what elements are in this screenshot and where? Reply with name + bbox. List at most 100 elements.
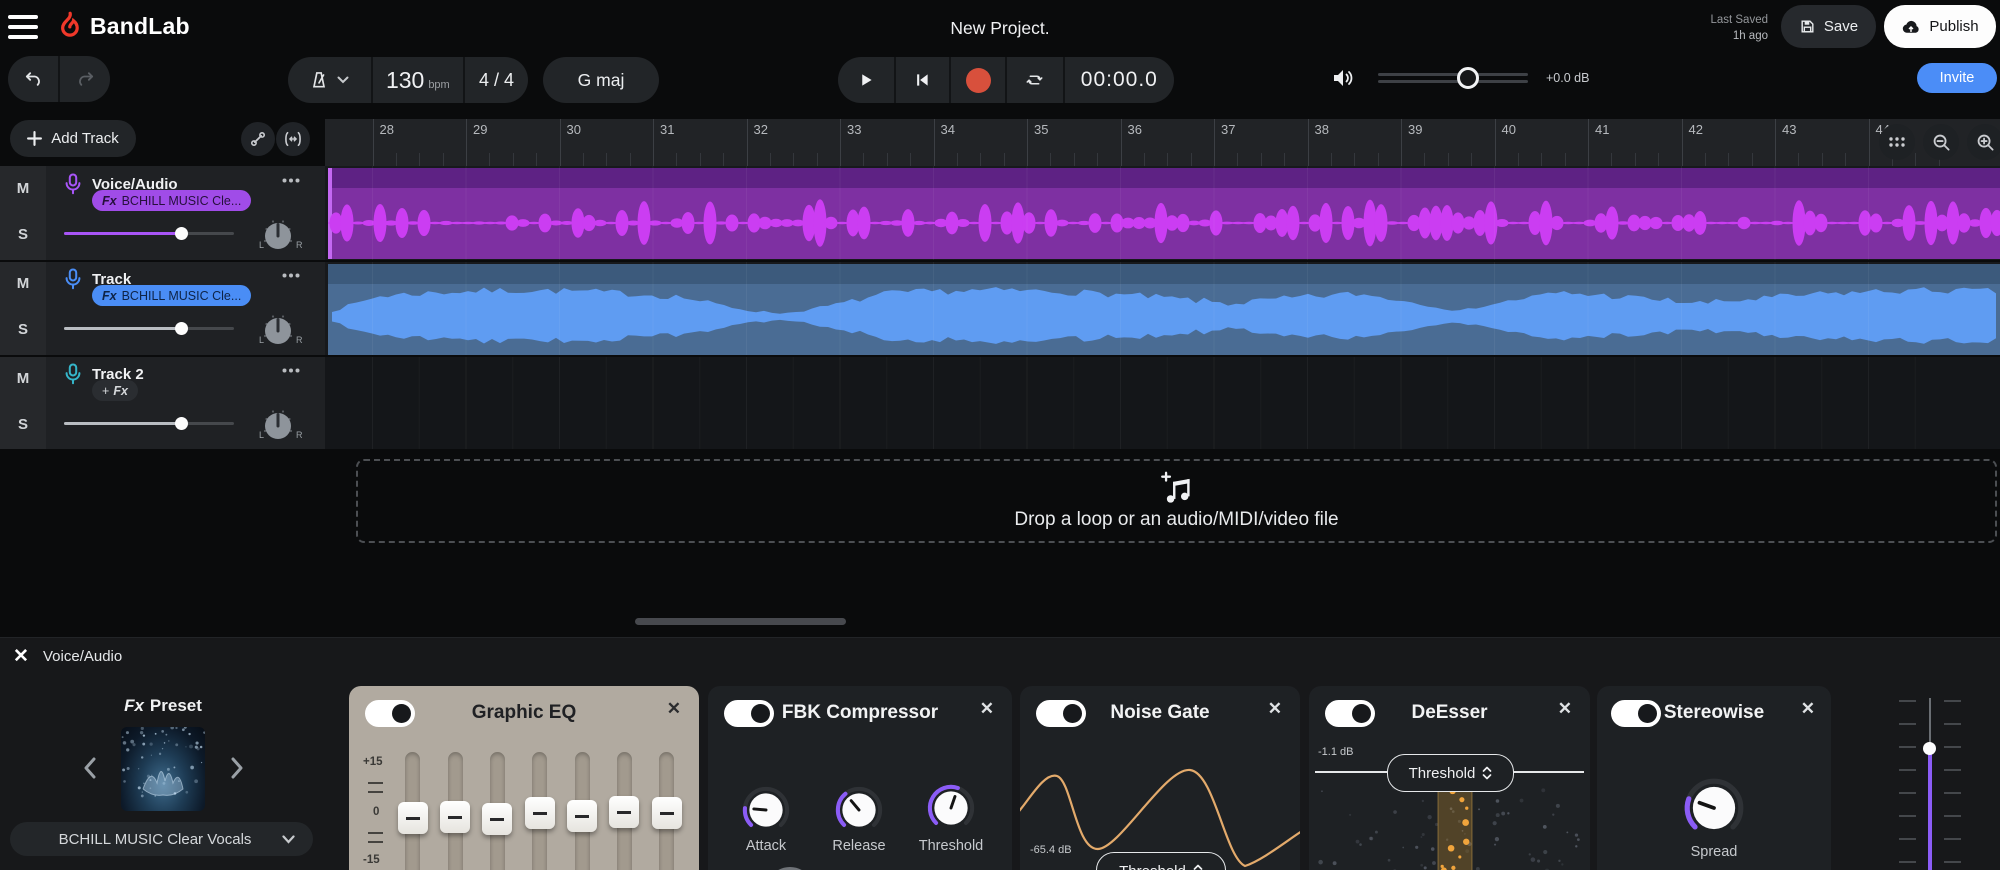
preset-artwork[interactable]	[121, 727, 205, 811]
mic-icon-track-1	[62, 172, 84, 198]
zoom-out-button[interactable]	[1923, 124, 1959, 160]
release-knob[interactable]	[833, 784, 885, 836]
effect-panel-deesser: DeEsser ✕ -1.1 dB Threshold	[1309, 686, 1590, 870]
undo-button[interactable]	[8, 56, 58, 102]
drop-zone[interactable]: Drop a loop or an audio/MIDI/video file	[356, 459, 1997, 543]
row-divider	[0, 449, 2000, 451]
ruler-barline	[1869, 119, 1870, 166]
ruler-tick	[1658, 153, 1659, 166]
metronome-button[interactable]	[288, 57, 371, 103]
attack-knob[interactable]	[740, 784, 792, 836]
channel-fader[interactable]	[1890, 695, 1970, 870]
bandlab-studio-window: BandLab New Project. Last Saved 1h ago S…	[0, 0, 2000, 870]
track-menu-button-1[interactable]	[276, 168, 306, 192]
patch-cable-icon	[249, 130, 267, 148]
track-menu-button-2[interactable]	[276, 263, 306, 287]
chevron-left-icon	[83, 757, 96, 779]
fx-chip-track-2[interactable]: FxBCHILL MUSIC Cle...	[92, 285, 251, 306]
close-effect-button[interactable]: ✕	[1558, 699, 1572, 719]
horizontal-scrollbar[interactable]	[635, 618, 846, 625]
play-button[interactable]	[838, 57, 894, 103]
deesser-threshold-button[interactable]: Threshold	[1387, 754, 1514, 792]
key-signature-control[interactable]: G maj	[543, 57, 659, 103]
ruler-tick	[863, 153, 864, 166]
save-button[interactable]: Save	[1781, 5, 1876, 48]
master-db-value: +0.0 dB	[1546, 71, 1589, 85]
ruler-tick	[676, 153, 677, 166]
ruler-bar-label: 38	[1315, 122, 1329, 137]
redo-button[interactable]	[58, 56, 110, 102]
eq-band-handle[interactable]	[482, 803, 512, 835]
lane-track-2[interactable]	[325, 356, 2000, 450]
mute-button-track-2[interactable]: M	[0, 275, 46, 292]
bpm-control[interactable]: 130 bpm	[371, 57, 463, 103]
solo-button-track-3[interactable]: S	[0, 416, 46, 433]
add-fx-chip-track-3[interactable]: +Fx	[92, 380, 138, 401]
fx-preset-heading: FxPreset	[60, 696, 266, 716]
ruler-barline	[560, 119, 561, 166]
ruler-tick	[1471, 153, 1472, 166]
mute-button-track-1[interactable]: M	[0, 180, 46, 197]
ruler-tick	[1705, 153, 1706, 166]
master-volume-slider[interactable]	[1378, 66, 1528, 90]
ruler-tick	[770, 153, 771, 166]
gate-threshold-button[interactable]: Threshold	[1096, 852, 1226, 870]
publish-button[interactable]: Publish	[1884, 5, 1996, 48]
add-track-button[interactable]: Add Track	[10, 120, 136, 157]
ruler-tick	[513, 153, 514, 166]
eq-band-handle[interactable]	[652, 797, 682, 829]
ruler-tick	[1541, 153, 1542, 166]
eq-band-handle[interactable]	[609, 796, 639, 828]
preset-prev-button[interactable]	[76, 755, 102, 781]
region-header[interactable]	[328, 264, 2000, 284]
fader-tick	[1944, 861, 1961, 863]
automation-button[interactable]	[241, 122, 275, 156]
eq-band-handle[interactable]	[398, 802, 428, 834]
fx-chip-track-1[interactable]: FxBCHILL MUSIC Cle...	[92, 190, 251, 211]
region-voice-audio[interactable]	[328, 168, 2000, 259]
region-track[interactable]	[328, 264, 2000, 355]
ruler-tick	[1518, 153, 1519, 166]
fx-dock-close-button[interactable]: ✕	[10, 645, 32, 667]
threshold-knob[interactable]	[925, 782, 977, 834]
fader-tick	[1944, 700, 1961, 702]
preset-dropdown[interactable]: BCHILL MUSIC Clear Vocals	[10, 822, 313, 856]
fader-knob[interactable]	[1923, 742, 1936, 755]
record-button[interactable]	[949, 57, 1005, 103]
ruler-tick	[1378, 153, 1379, 166]
close-effect-button[interactable]: ✕	[667, 699, 681, 719]
time-signature-control[interactable]: 4 / 4	[463, 57, 528, 103]
close-effect-button[interactable]: ✕	[980, 699, 994, 719]
zoom-in-button[interactable]	[1967, 124, 2000, 160]
up-down-chevrons-icon	[1193, 864, 1203, 870]
midi-editor-button[interactable]	[1879, 124, 1915, 160]
timeline-ruler[interactable]: 2829303132333435363738394041424344	[325, 119, 2000, 166]
ruler-barline	[1495, 119, 1496, 166]
preset-next-button[interactable]	[224, 755, 250, 781]
track-menu-button-3[interactable]	[276, 358, 306, 382]
eq-band-handle[interactable]	[440, 801, 470, 833]
solo-button-track-2[interactable]: S	[0, 321, 46, 338]
speaker-icon	[1330, 65, 1356, 91]
time-stretch-button[interactable]	[276, 122, 310, 156]
loop-button[interactable]	[1005, 57, 1063, 103]
invite-button[interactable]: Invite	[1917, 63, 1997, 93]
eq-band-handle[interactable]	[525, 797, 555, 829]
effect-panel-noise-gate: Noise Gate ✕ -65.4 dB Threshold	[1020, 686, 1300, 870]
master-mute-button[interactable]	[1330, 65, 1356, 91]
time-display[interactable]: 00:00.0	[1063, 57, 1174, 103]
volume-slider-knob[interactable]	[1457, 67, 1479, 89]
metronome-icon	[309, 69, 329, 91]
ruler-barline	[373, 119, 374, 166]
solo-button-track-1[interactable]: S	[0, 226, 46, 243]
fader-tick	[1899, 769, 1916, 771]
close-effect-button[interactable]: ✕	[1801, 699, 1815, 719]
project-title[interactable]: New Project.	[0, 18, 2000, 39]
spread-knob[interactable]	[1681, 775, 1747, 841]
rewind-to-start-button[interactable]	[894, 57, 950, 103]
ruler-tick	[536, 153, 537, 166]
eq-band-handle[interactable]	[567, 800, 597, 832]
region-header[interactable]	[328, 168, 2000, 188]
fader-tick	[1899, 838, 1916, 840]
mute-button-track-3[interactable]: M	[0, 370, 46, 387]
